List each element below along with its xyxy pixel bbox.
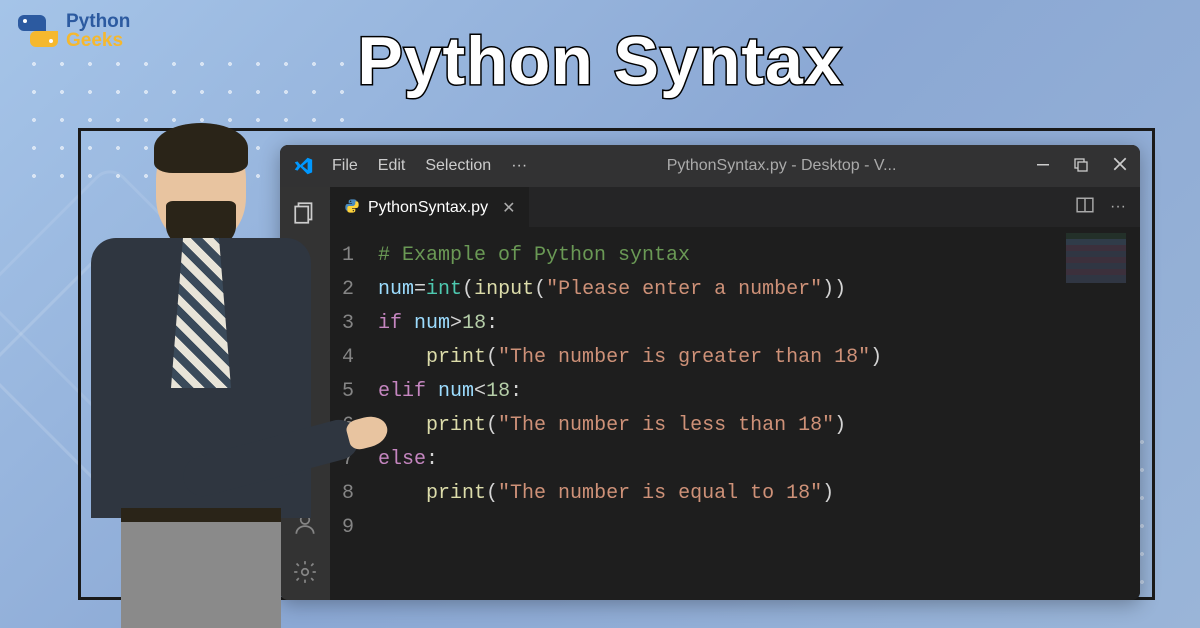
window-controls bbox=[1036, 156, 1128, 177]
python-logo-icon bbox=[18, 15, 58, 47]
minimize-icon[interactable] bbox=[1036, 156, 1050, 177]
code-line: 9 bbox=[330, 511, 1140, 545]
code-line: 2 num=int(input("Please enter a number")… bbox=[330, 273, 1140, 307]
code-line: 3 if num>18: bbox=[330, 307, 1140, 341]
tab-close-icon[interactable]: ✕ bbox=[502, 198, 515, 218]
code-editor[interactable]: 1 # Example of Python syntax 2 num=int(i… bbox=[330, 227, 1140, 600]
close-icon[interactable] bbox=[1112, 156, 1128, 177]
titlebar: File Edit Selection ··· PythonSyntax.py … bbox=[280, 145, 1140, 187]
brand-logo: Python Geeks bbox=[18, 12, 130, 50]
maximize-icon[interactable] bbox=[1074, 156, 1088, 177]
tab-bar: PythonSyntax.py ✕ ··· bbox=[330, 187, 1140, 227]
editor-more-icon[interactable]: ··· bbox=[1110, 198, 1126, 216]
brand-logo-bottom: Geeks bbox=[66, 31, 130, 50]
code-line: 6 print("The number is less than 18") bbox=[330, 409, 1140, 443]
menu-bar: File Edit Selection ··· bbox=[332, 157, 527, 175]
tab-active[interactable]: PythonSyntax.py ✕ bbox=[330, 187, 529, 227]
menu-selection[interactable]: Selection bbox=[425, 157, 491, 175]
code-line: 5 elif num<18: bbox=[330, 375, 1140, 409]
menu-edit[interactable]: Edit bbox=[378, 157, 406, 175]
tab-filename: PythonSyntax.py bbox=[368, 199, 488, 217]
brand-logo-text: Python Geeks bbox=[66, 12, 130, 50]
vscode-window: File Edit Selection ··· PythonSyntax.py … bbox=[280, 145, 1140, 600]
page-title: Python Syntax bbox=[357, 22, 842, 100]
presenter-figure bbox=[56, 128, 346, 628]
brand-logo-top: Python bbox=[66, 12, 130, 31]
split-editor-icon[interactable] bbox=[1076, 196, 1094, 219]
code-line: 1 # Example of Python syntax bbox=[330, 239, 1140, 273]
python-file-icon bbox=[344, 198, 360, 217]
menu-more[interactable]: ··· bbox=[511, 157, 527, 175]
code-line: 4 print("The number is greater than 18") bbox=[330, 341, 1140, 375]
code-line: 8 print("The number is equal to 18") bbox=[330, 477, 1140, 511]
window-title: PythonSyntax.py - Desktop - V... bbox=[545, 157, 1018, 175]
code-line: 7 else: bbox=[330, 443, 1140, 477]
editor-area: PythonSyntax.py ✕ ··· 1 # Example of Pyt… bbox=[330, 187, 1140, 600]
minimap[interactable] bbox=[1066, 233, 1126, 283]
